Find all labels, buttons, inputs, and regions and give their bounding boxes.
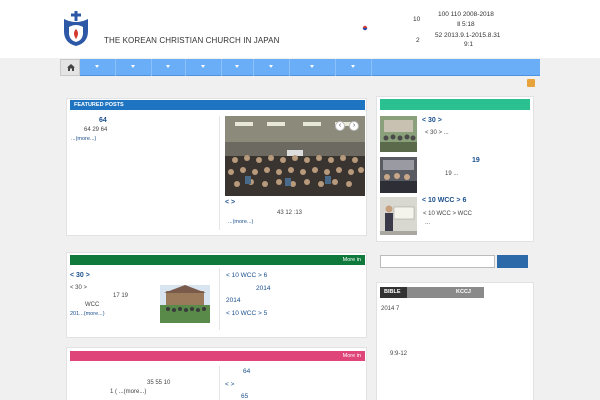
section2-text-2: 17 19: [113, 293, 129, 299]
site-title[interactable]: THE KOREAN CHRISTIAN CHURCH IN JAPAN: [104, 36, 279, 45]
section3-text-1: 35 55 10: [147, 380, 171, 386]
section2-link-4[interactable]: < 10 WCC > 5: [226, 310, 267, 317]
search-button[interactable]: [497, 255, 528, 268]
nav-item-5[interactable]: [222, 59, 254, 76]
header-info-2: 100 110 2008-2018: [438, 11, 494, 18]
section3-link-2[interactable]: < >: [225, 381, 234, 388]
sidebar-item-title-3[interactable]: < 10 WCC > 6: [422, 197, 466, 204]
nav-item-2[interactable]: [116, 59, 152, 76]
section3-link-1[interactable]: 64: [243, 368, 250, 375]
section2-link-3[interactable]: 2014: [226, 297, 240, 304]
chevron-down-icon: [201, 65, 205, 68]
featured-divider: [219, 116, 220, 230]
church-logo-icon[interactable]: [62, 9, 90, 47]
nav-item-3[interactable]: [152, 59, 186, 76]
sidebar-item-text-3: < 10 WCC > WCC: [423, 211, 473, 217]
nav-item-6[interactable]: [254, 59, 290, 76]
header-info-4: 2: [416, 37, 420, 44]
section2-title[interactable]: < 30 >: [70, 272, 90, 279]
chevron-down-icon: [269, 65, 273, 68]
section2-link-1[interactable]: < 10 WCC > 6: [226, 272, 267, 279]
tab-2[interactable]: [407, 287, 430, 298]
featured-left-text: 64 29 64: [84, 127, 108, 133]
sidebar-item-extra-3: ...: [425, 220, 431, 226]
header-info-3: Ⅱ 5:18: [457, 21, 475, 28]
featured-slide-title[interactable]: < >: [225, 199, 235, 206]
featured-slide-more-link[interactable]: ...(more...): [228, 219, 253, 225]
home-button[interactable]: [60, 59, 80, 76]
nav-item-4[interactable]: [186, 59, 222, 76]
featured-left-title[interactable]: 64: [99, 117, 107, 124]
chevron-down-icon: [95, 65, 99, 68]
sidebar-tabs-panel: [376, 282, 534, 400]
section3-divider: [219, 366, 220, 400]
rss-icon[interactable]: [527, 79, 535, 87]
nav-item-1[interactable]: [80, 59, 116, 76]
chevron-down-icon: [235, 65, 239, 68]
section2-thumb-image[interactable]: [160, 285, 210, 323]
chevron-down-icon: [131, 65, 135, 68]
section3-link-3[interactable]: 65: [241, 393, 248, 400]
tab-bible[interactable]: BIBLE: [380, 287, 407, 298]
slider-prev-button[interactable]: ‹: [335, 121, 345, 131]
nav-item-7[interactable]: [290, 59, 336, 76]
tab-content-text-1: 2014 7: [381, 306, 400, 312]
sidebar-item-text-2: 19 ...: [445, 171, 459, 177]
section2-text-3: WCC: [85, 302, 100, 308]
header-info-6: 9:1: [464, 41, 474, 48]
header-info-1: 10: [413, 16, 421, 23]
section2-link-2[interactable]: 2014: [256, 285, 270, 292]
section2-text-1: < 30 >: [70, 285, 88, 291]
site-header: THE KOREAN CHRISTIAN CHURCH IN JAPAN 10 …: [0, 0, 600, 58]
featured-left-more-link[interactable]: ...(more...): [71, 136, 96, 142]
sidebar-item-title-2[interactable]: 19: [472, 157, 480, 164]
sidebar-thumb-3[interactable]: [380, 197, 417, 235]
featured-posts-heading: FEATURED POSTS: [70, 100, 365, 110]
tab-kccj[interactable]: KCCJ: [452, 287, 484, 298]
sidebar-thumb-2[interactable]: [380, 157, 417, 193]
main-nav: [60, 59, 540, 76]
header-info-5: 52 2013.9.1-2015.8.31: [435, 32, 501, 39]
chevron-down-icon: [166, 65, 170, 68]
featured-slide-text: 43 12 :13: [277, 210, 303, 216]
section2-more-text[interactable]: 201...(more...): [70, 311, 105, 317]
home-icon: [67, 64, 75, 71]
sidebar-heading-bar: [380, 99, 530, 110]
section2-divider: [219, 268, 220, 330]
slider-next-button[interactable]: ›: [349, 121, 359, 131]
sidebar-item-title-1[interactable]: < 30 >: [422, 117, 442, 124]
section2-more-link[interactable]: More in: [70, 255, 365, 265]
chevron-down-icon: [351, 65, 355, 68]
chevron-down-icon: [310, 65, 314, 68]
nav-item-8[interactable]: [336, 59, 372, 76]
tab-3[interactable]: [430, 287, 452, 298]
search-input[interactable]: [380, 255, 495, 268]
section3-more-link[interactable]: More in: [70, 351, 365, 361]
tab-content-text-2: 9:9-12: [390, 351, 408, 357]
section3-text-2: 1 ( ...(more...): [110, 389, 147, 395]
sidebar-thumb-1[interactable]: [380, 116, 417, 152]
korea-flag-icon: [361, 22, 369, 34]
sidebar-item-text-1: < 30 > ...: [425, 130, 449, 136]
